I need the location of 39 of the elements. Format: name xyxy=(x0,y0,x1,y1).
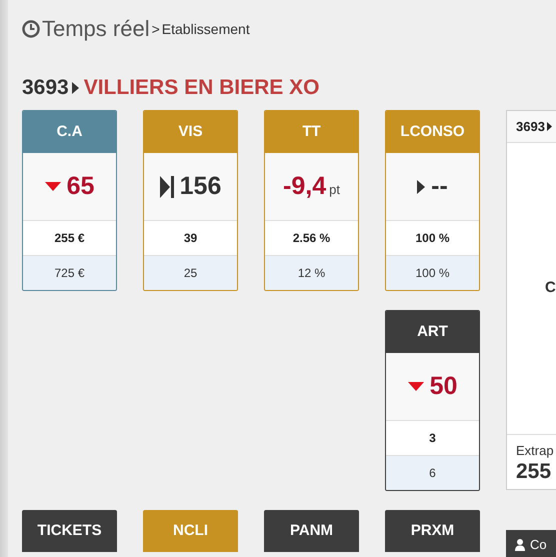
card-row: 100 % xyxy=(386,220,479,255)
card-header: TT xyxy=(265,111,358,153)
card-row: 2.56 % xyxy=(265,220,358,255)
card-header: LCONSO xyxy=(386,111,479,153)
store-name: VILLIERS EN BIERE XO xyxy=(84,75,320,102)
card-header: PRXM xyxy=(385,510,480,552)
kpi-value: 50 xyxy=(430,370,458,402)
card-header: TICKETS xyxy=(22,510,117,552)
card-row: 255 € xyxy=(23,220,116,255)
extrapolation-value: 255 xyxy=(516,459,552,486)
page-title: Temps réel xyxy=(42,18,150,40)
card-header: C.A xyxy=(23,111,116,153)
card-row: 39 xyxy=(144,220,237,255)
card-row: 6 xyxy=(386,455,479,490)
card-row: 100 % xyxy=(386,255,479,290)
card-row: 12 % xyxy=(265,255,358,290)
breadcrumb-separator: > xyxy=(152,20,160,39)
card-header: VIS xyxy=(144,111,237,153)
kpi-value: -9,4 xyxy=(283,170,326,202)
card-row: 725 € xyxy=(23,255,116,290)
panel-text: C xyxy=(545,278,556,298)
clock-icon xyxy=(22,20,40,38)
breadcrumb-page: Etablissement xyxy=(162,20,250,39)
kpi-value: -- xyxy=(431,170,448,202)
card-row: 3 xyxy=(386,420,479,455)
side-bar-label: Co xyxy=(530,536,547,554)
unit-label: pt xyxy=(329,180,340,199)
card-header: ART xyxy=(386,311,479,353)
card-header: PANM xyxy=(264,510,359,552)
extrapolation-label: Extrap xyxy=(516,443,555,460)
right-triangle-icon xyxy=(546,122,552,131)
kpi-value: 156 xyxy=(180,170,222,202)
card-header: NCLI xyxy=(143,510,238,552)
right-triangle-icon xyxy=(72,82,79,94)
person-icon xyxy=(515,539,525,551)
kpi-value: 65 xyxy=(66,170,94,202)
card-row: 25 xyxy=(144,255,237,290)
panel-header: 3693 xyxy=(516,118,545,136)
store-code: 3693 xyxy=(22,75,69,102)
